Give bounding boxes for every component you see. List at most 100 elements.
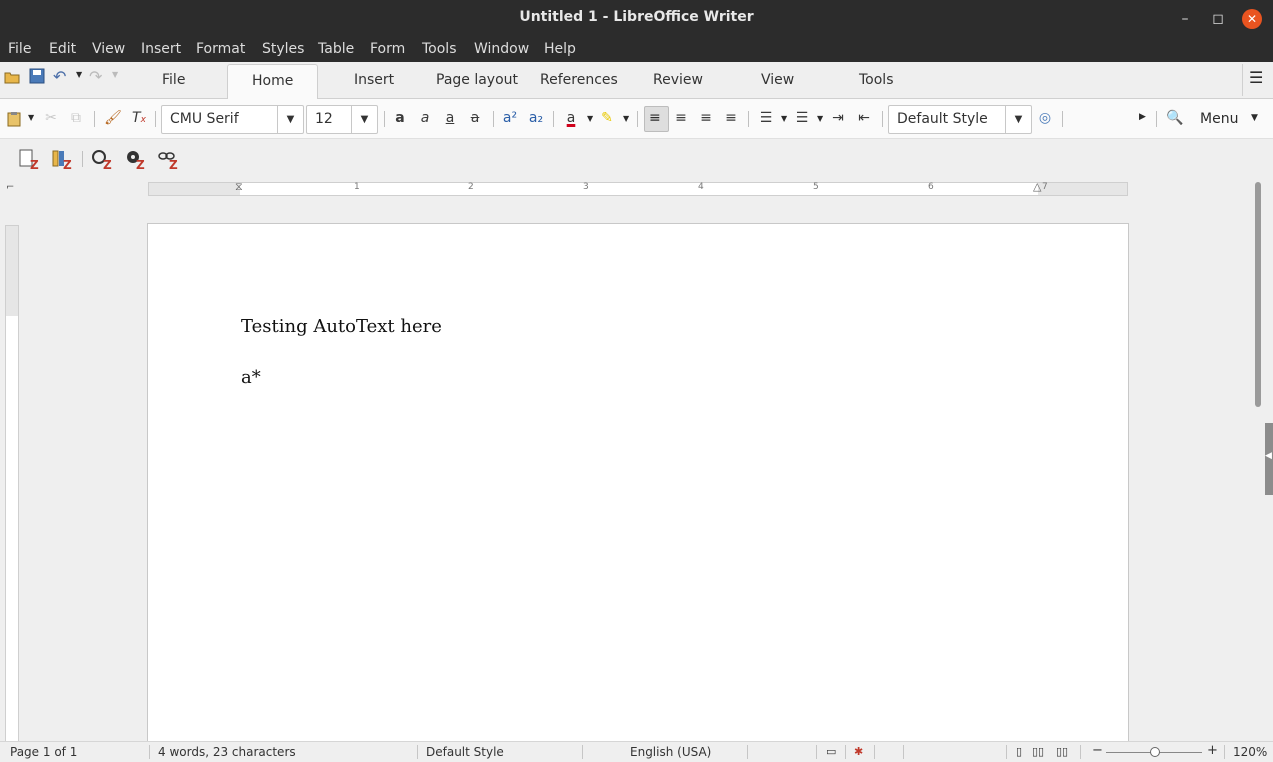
align-center-icon[interactable]: ≡	[672, 109, 690, 127]
zoom-slider-handle[interactable]	[1150, 747, 1160, 757]
tab-tools[interactable]: Tools	[859, 72, 894, 88]
undo-icon[interactable]: ↶	[53, 67, 66, 86]
redo-dropdown-icon: ▼	[112, 70, 119, 79]
update-style-icon[interactable]: ◎	[1036, 109, 1054, 127]
page-count-status[interactable]: Page 1 of 1	[10, 745, 77, 759]
tab-view[interactable]: View	[761, 72, 794, 88]
save-icon[interactable]	[29, 68, 45, 84]
tab-file[interactable]: File	[162, 72, 185, 88]
maximize-button[interactable]: ◻	[1208, 9, 1228, 29]
paste-dropdown-icon[interactable]: ▼	[28, 113, 34, 122]
svg-text:Z: Z	[169, 158, 178, 171]
horizontal-ruler[interactable]: ⧖ 1 2 3 4 5 6 7 △	[148, 180, 1128, 196]
menu-view[interactable]: View	[92, 41, 125, 57]
highlight-dropdown-icon[interactable]: ▼	[623, 114, 629, 123]
vertical-scrollbar[interactable]	[1253, 179, 1262, 741]
document-paragraph[interactable]: a*	[241, 367, 261, 388]
sidebar-toggle-handle[interactable]: ◀	[1265, 423, 1273, 495]
scrollbar-thumb[interactable]	[1255, 182, 1261, 407]
tab-references[interactable]: References	[540, 72, 618, 88]
increase-indent-icon[interactable]: ⇥	[829, 109, 847, 127]
strikethrough-icon[interactable]: a	[466, 109, 484, 127]
open-folder-icon[interactable]	[4, 69, 20, 85]
document-paragraph[interactable]: Testing AutoText here	[241, 316, 442, 337]
tab-review[interactable]: Review	[653, 72, 703, 88]
font-name-combo[interactable]: CMU Serif ▼	[161, 105, 304, 134]
document-modified-icon[interactable]: ✱	[854, 745, 863, 758]
zotero-insert-bibliography-icon[interactable]: Z	[51, 147, 75, 172]
paragraph-style-combo[interactable]: Default Style ▼	[888, 105, 1032, 134]
menu-insert[interactable]: Insert	[141, 41, 181, 57]
hamburger-menu-icon[interactable]: ☰	[1249, 68, 1263, 87]
superscript-icon[interactable]: a²	[501, 109, 519, 127]
decrease-indent-icon[interactable]: ⇤	[855, 109, 873, 127]
tab-stop-type-icon[interactable]: ⌐	[6, 182, 14, 193]
separator	[748, 111, 749, 127]
multi-page-view-icon[interactable]: ▯▯	[1032, 745, 1044, 758]
zoom-in-icon[interactable]: +	[1207, 743, 1218, 758]
subscript-icon[interactable]: a₂	[527, 109, 545, 127]
numbered-list-dropdown-icon[interactable]: ▼	[817, 114, 823, 123]
font-size-value: 12	[315, 111, 333, 127]
bullet-list-icon[interactable]: ☰	[757, 109, 775, 127]
zoom-level-status[interactable]: 120%	[1233, 745, 1267, 759]
highlight-color-icon[interactable]: ✎	[598, 109, 616, 127]
right-indent-marker-icon[interactable]: △	[1033, 180, 1041, 193]
zotero-preferences-icon[interactable]: Z	[124, 147, 148, 172]
language-status[interactable]: English (USA)	[630, 745, 711, 759]
menu-window[interactable]: Window	[474, 41, 529, 57]
clear-formatting-icon[interactable]: Tx	[130, 109, 148, 127]
align-left-button[interactable]: ≡	[644, 106, 669, 132]
font-name-value: CMU Serif	[170, 111, 239, 127]
tab-insert[interactable]: Insert	[354, 72, 394, 88]
menu-edit[interactable]: Edit	[49, 41, 76, 57]
vertical-ruler[interactable]	[5, 225, 19, 741]
document-page[interactable]: Testing AutoText here a*	[147, 223, 1129, 741]
menu-styles[interactable]: Styles	[262, 41, 304, 57]
font-size-combo[interactable]: 12 ▼	[306, 105, 378, 134]
selection-mode-icon[interactable]: ▭	[826, 745, 836, 758]
paste-icon[interactable]	[6, 111, 22, 127]
close-button[interactable]: ✕	[1242, 9, 1262, 29]
menu-format[interactable]: Format	[196, 41, 245, 57]
chevron-down-icon[interactable]: ▼	[1005, 106, 1031, 133]
menu-form[interactable]: Form	[370, 41, 405, 57]
clone-formatting-icon[interactable]: 🖌	[104, 109, 122, 127]
chevron-down-icon[interactable]: ▼	[351, 106, 377, 133]
separator	[553, 111, 554, 127]
menu-dropdown-icon[interactable]: ▼	[1251, 113, 1258, 123]
more-options-icon[interactable]: ▶	[1139, 112, 1146, 122]
menu-file[interactable]: File	[8, 41, 31, 57]
zotero-insert-citation-icon[interactable]: Z	[18, 147, 42, 172]
divider	[903, 745, 904, 759]
bold-icon[interactable]: a	[391, 109, 409, 127]
underline-icon[interactable]: a	[441, 109, 459, 127]
find-replace-icon[interactable]: 🔍	[1166, 109, 1184, 127]
bullet-list-dropdown-icon[interactable]: ▼	[781, 114, 787, 123]
zoom-out-icon[interactable]: −	[1092, 743, 1103, 758]
word-count-status[interactable]: 4 words, 23 characters	[158, 745, 296, 759]
undo-dropdown-icon[interactable]: ▼	[76, 70, 82, 79]
justify-icon[interactable]: ≡	[722, 109, 740, 127]
menu-tools[interactable]: Tools	[422, 41, 457, 57]
menu-table[interactable]: Table	[318, 41, 354, 57]
menu-help[interactable]: Help	[544, 41, 576, 57]
italic-icon[interactable]: a	[416, 109, 434, 127]
chevron-down-icon[interactable]: ▼	[277, 106, 303, 133]
menu-button[interactable]: Menu	[1200, 111, 1238, 127]
minimize-button[interactable]: –	[1175, 9, 1195, 29]
align-left-icon: ≡	[649, 110, 661, 126]
font-color-dropdown-icon[interactable]: ▼	[587, 114, 593, 123]
paragraph-style-value: Default Style	[897, 111, 988, 127]
page-style-status[interactable]: Default Style	[426, 745, 504, 759]
zotero-unlink-citations-icon[interactable]: Z	[157, 147, 181, 172]
tab-page-layout[interactable]: Page layout	[436, 72, 518, 88]
single-page-view-icon[interactable]: ▯	[1016, 745, 1022, 758]
book-view-icon[interactable]: ▯▯	[1056, 745, 1068, 758]
zotero-refresh-icon[interactable]: Z	[91, 147, 115, 172]
font-color-icon[interactable]: a	[562, 109, 580, 127]
tab-home[interactable]: Home	[227, 64, 319, 100]
align-right-icon[interactable]: ≡	[697, 109, 715, 127]
numbered-list-icon[interactable]: ☰	[793, 109, 811, 127]
left-indent-marker-icon[interactable]: ⧖	[235, 180, 243, 194]
